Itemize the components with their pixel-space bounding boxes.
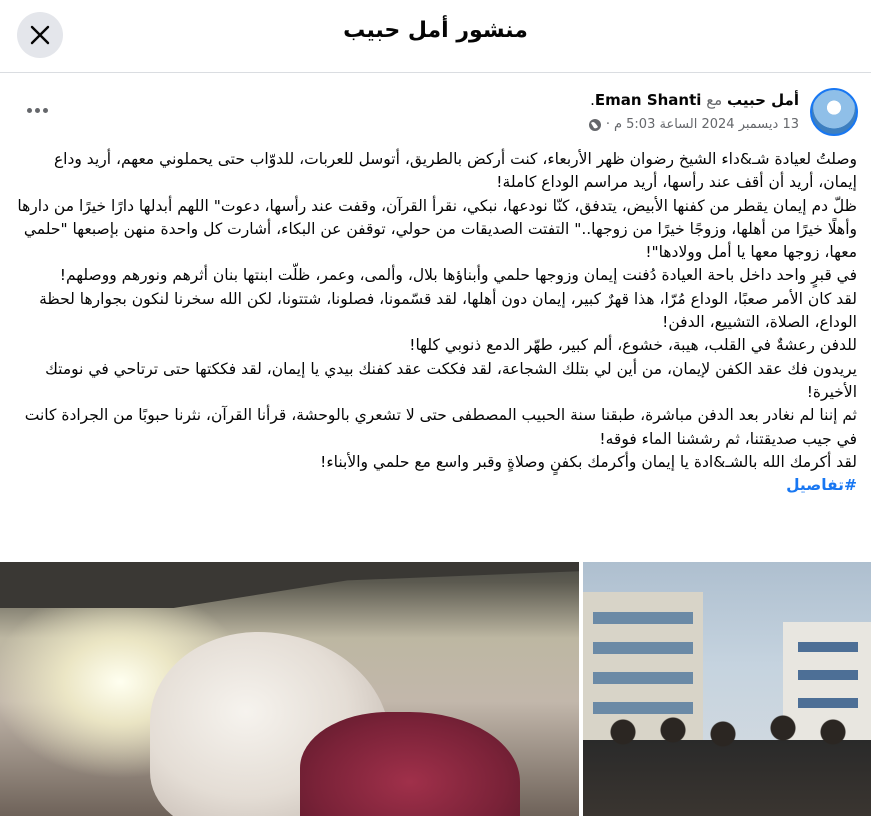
dialog-title: منشور أمل حبيب — [343, 18, 528, 43]
author-name-link[interactable]: أمل حبيب — [727, 91, 799, 109]
post-paragraph: ظلّ دم إيمان يقطر من كفنها الأبيض، يتدفق… — [17, 196, 857, 262]
photo-building-right-windows — [798, 642, 858, 652]
author-avatar[interactable] — [810, 88, 858, 136]
post-paragraph: لقد أكرمك الله بالشـ&ادة يا إيمان وأكرمك… — [320, 452, 857, 471]
photo-crowd-shape — [583, 712, 871, 816]
close-icon — [30, 25, 50, 45]
post-timestamp[interactable]: 13 ديسمبر 2024 الساعة 5:03 م — [614, 117, 799, 132]
post-paragraph: وصلتُ لعيادة شـ&داء الشيخ رضوان ظهر الأر… — [53, 150, 857, 192]
post-paragraph: يريدون فك عقد الكفن لإيمان، من أين لي بت… — [45, 359, 857, 401]
with-word: مع — [706, 91, 723, 109]
post-paragraph: للدفن رعشةٌ في القلب، هيبة، خشوع، ألم كب… — [409, 336, 857, 355]
photo-cloth-shape — [300, 712, 520, 816]
photo-building-left-windows — [593, 612, 693, 624]
post-meta: 13 ديسمبر 2024 الساعة 5:03 م · — [588, 117, 799, 132]
tagged-person-link[interactable]: Eman Shanti — [595, 91, 702, 109]
meta-separator: · — [605, 117, 610, 132]
post-author-line: أمل حبيب مع Eman Shanti. — [590, 91, 799, 109]
post-photo-shroud[interactable] — [0, 562, 579, 816]
more-options-icon — [26, 107, 32, 113]
post-paragraph: لقد كان الأمر صعبًا، الوداع مُرّا، هذا ق… — [39, 289, 857, 332]
close-button[interactable] — [17, 12, 63, 58]
hashtag-link[interactable]: #تفاصيل — [14, 474, 857, 497]
post-paragraph: في قبرٍ واحد داخل باحة العيادة دُفنت إيم… — [59, 266, 857, 285]
post-text: وصلتُ لعيادة شـ&داء الشيخ رضوان ظهر الأر… — [14, 148, 857, 497]
photo-roof-shape — [0, 562, 579, 608]
post-dialog-header: منشور أمل حبيب — [0, 0, 871, 73]
globe-icon[interactable] — [588, 118, 602, 132]
post-paragraph: ثم إننا لم نغادر بعد الدفن مباشرة، طبقنا… — [24, 406, 857, 448]
post-photo-crowd[interactable] — [583, 562, 871, 816]
more-options-button[interactable] — [22, 98, 52, 122]
